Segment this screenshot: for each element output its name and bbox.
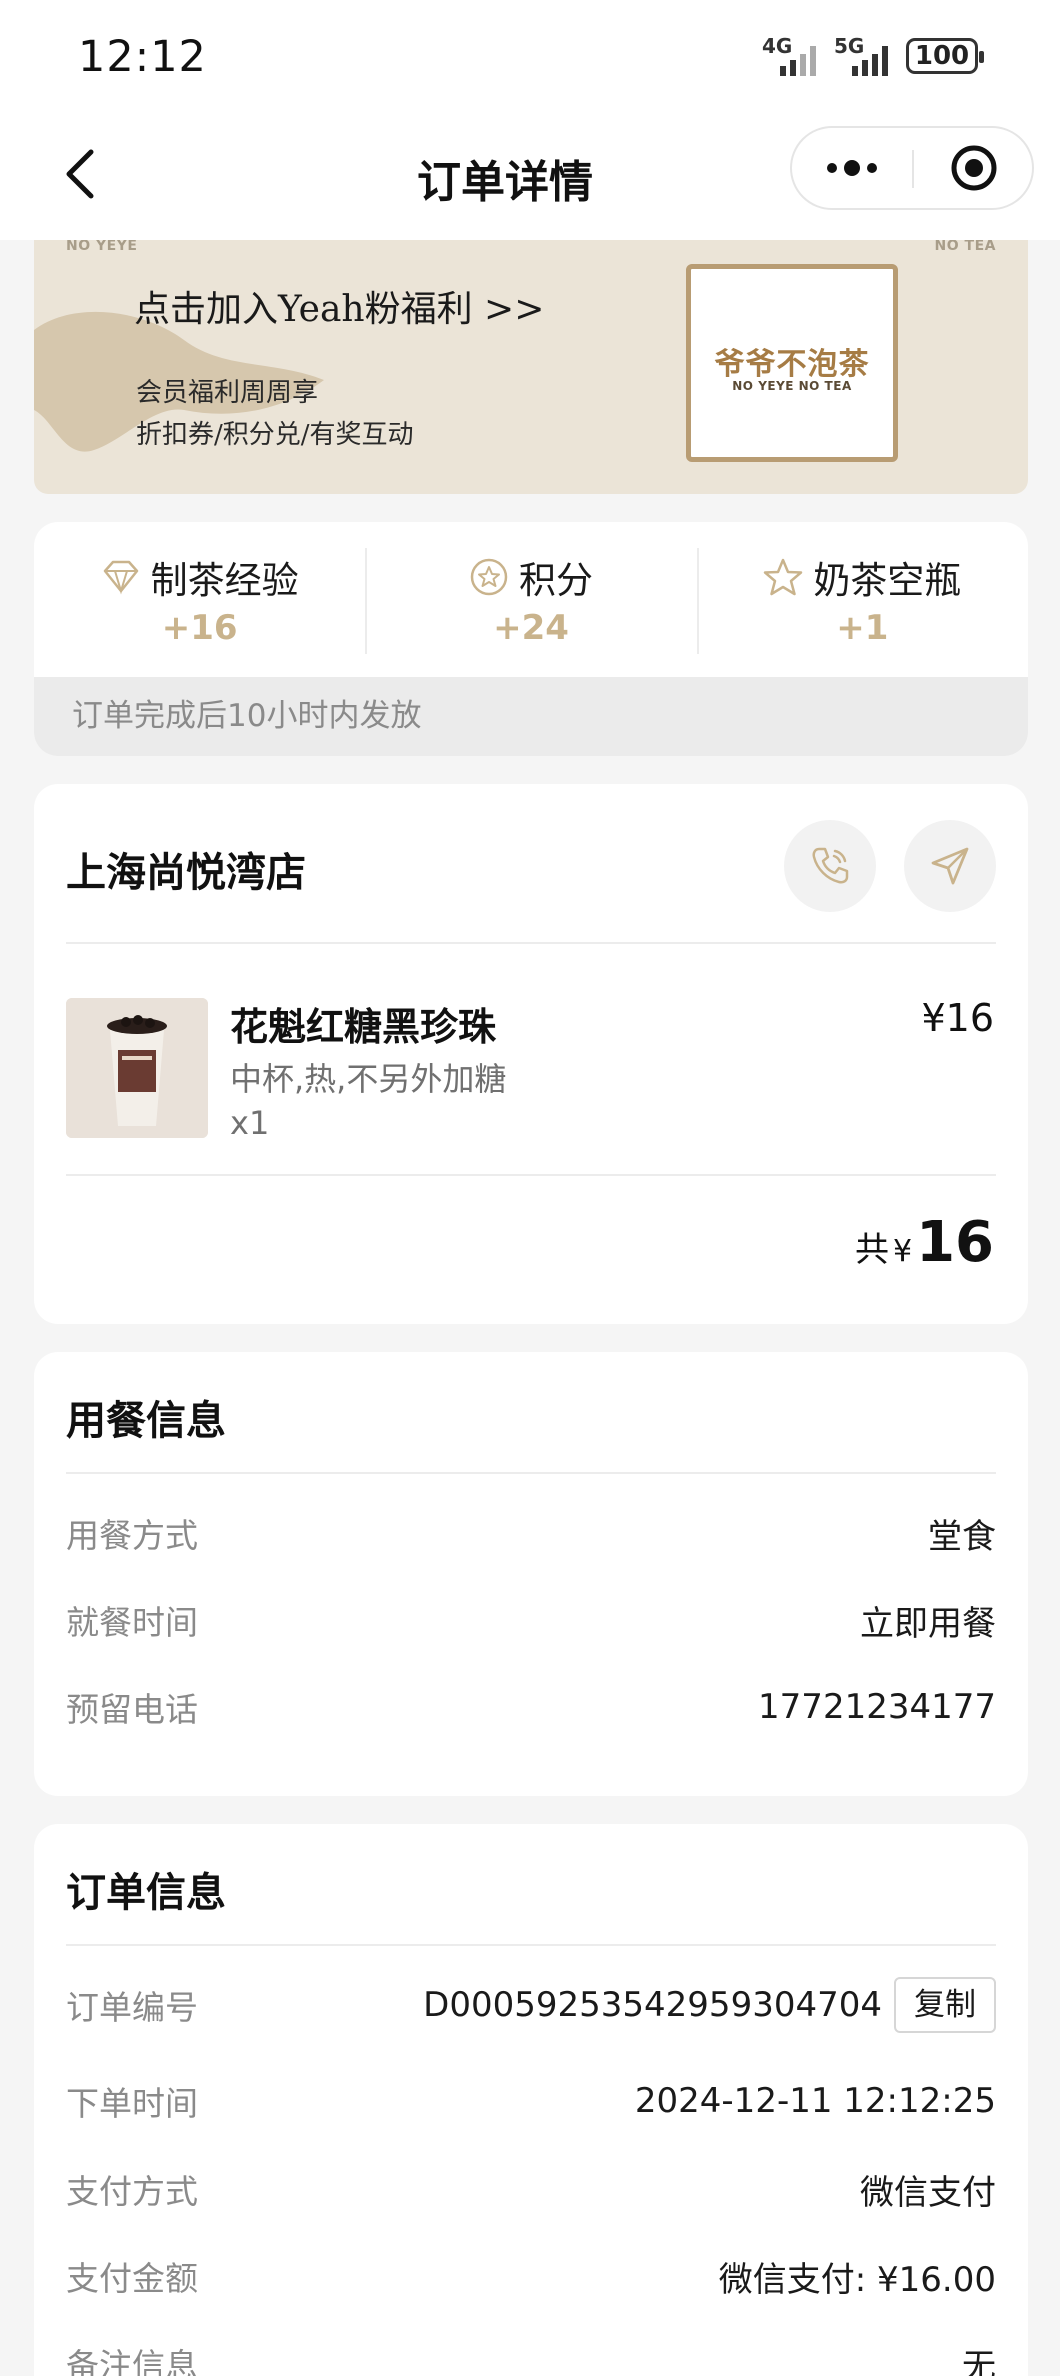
order-info-card: 订单信息 订单编号 D0005925354295930470​4 复制 下单时间… <box>34 1824 1028 2376</box>
banner-corner-right: NO TEA <box>934 240 996 254</box>
reward-value: +16 <box>161 608 238 648</box>
membership-banner[interactable]: NO YEYE NO TEA 点击加入Yeah粉福利 >> 会员福利周周享 折扣… <box>34 240 1028 494</box>
reward-points: 积分 +24 <box>365 522 696 677</box>
info-row: 支付金额 微信支付: ¥16.00 <box>66 2251 996 2301</box>
signal-4g-label: 4G <box>762 34 793 58</box>
miniprogram-capsule <box>790 126 1034 210</box>
product-quantity: x1 <box>230 1104 270 1142</box>
info-value: 立即用餐 <box>860 1603 996 1644</box>
total-currency: ¥ <box>892 1234 913 1269</box>
info-key: 用餐方式 <box>66 1516 198 1555</box>
info-row: 备注信息 无 <box>66 2338 996 2376</box>
reward-experience: 制茶经验 +16 <box>34 522 365 677</box>
info-value: 无 <box>962 2346 996 2376</box>
banner-title: 点击加入Yeah粉福利 >> <box>134 289 545 330</box>
diamond-icon <box>103 560 138 595</box>
info-row: 支付方式 微信支付 <box>66 2164 996 2214</box>
order-total: 共 ¥ 16 <box>855 1210 994 1275</box>
brand-logo: 爷爷不泡茶 NO YEYE NO TEA <box>686 264 898 462</box>
dining-info-card: 用餐信息 用餐方式 堂食 就餐时间 立即用餐 预留电话 17721234177 <box>34 1352 1028 1796</box>
section-title: 用餐信息 <box>66 1398 226 1444</box>
phone-icon <box>812 847 849 884</box>
order-number-value: D0005925354295930470​4 复制 <box>423 1977 996 2033</box>
nav-bar: 订单详情 <box>0 116 1060 240</box>
points-icon <box>470 558 508 596</box>
target-close-icon <box>951 145 997 191</box>
info-key: 预留电话 <box>66 1690 198 1729</box>
rewards-card: 制茶经验 +16 积分 +24 奶茶空瓶 +1 订单完成后10小时内发放 <box>34 522 1028 756</box>
logo-en: NO YEYE NO TEA <box>732 379 852 393</box>
signal-5g-icon: 5G <box>834 34 888 76</box>
more-dots-icon <box>827 160 877 176</box>
info-key: 支付方式 <box>66 2172 198 2211</box>
info-row: 就餐时间 立即用餐 <box>66 1595 996 1645</box>
info-key: 备注信息 <box>66 2346 198 2376</box>
order-number: D0005925354295930470​4 <box>423 1985 882 2025</box>
reward-label: 制茶经验 <box>150 559 299 602</box>
banner-sub-line1: 会员福利周周享 <box>136 378 319 408</box>
reward-label: 奶茶空瓶 <box>813 559 962 602</box>
info-value: 17721234177 <box>758 1687 996 1727</box>
navigation-arrow-icon <box>931 847 969 885</box>
info-key: 下单时间 <box>66 2084 198 2123</box>
logo-cn: 爷爷不泡茶 <box>714 347 870 382</box>
banner-sub-line2: 折扣券/积分兑/有奖互动 <box>136 420 414 450</box>
total-label: 共 <box>854 1230 889 1270</box>
divider <box>66 942 996 944</box>
info-value: 2024-12-11 12:12:25 <box>634 2081 996 2121</box>
call-store-button[interactable] <box>784 820 876 912</box>
close-miniprogram-button[interactable] <box>914 128 1034 208</box>
info-key: 就餐时间 <box>66 1603 198 1642</box>
star-icon <box>764 558 803 596</box>
divider <box>66 1174 996 1176</box>
info-value: 堂食 <box>928 1516 996 1557</box>
info-key: 订单编号 <box>66 1988 198 2027</box>
banner-subtitle: 会员福利周周享 折扣券/积分兑/有奖互动 <box>136 372 414 456</box>
product-price: ¥16 <box>921 996 994 1040</box>
copy-button[interactable]: 复制 <box>894 1977 996 2033</box>
divider <box>66 1472 996 1474</box>
divider <box>66 1944 996 1946</box>
product-name: 花魁红糖黑珍珠 <box>230 1005 497 1049</box>
reward-label: 积分 <box>518 559 593 602</box>
total-amount: 16 <box>916 1210 994 1275</box>
info-value: 微信支付: ¥16.00 <box>718 2259 996 2300</box>
battery-icon: 100 <box>906 38 984 74</box>
product-options: 中杯,热,不另外加糖 <box>230 1060 507 1098</box>
section-title: 订单信息 <box>66 1870 226 1916</box>
status-bar: 12:12 4G 5G 100 <box>0 0 1060 116</box>
reward-value: +1 <box>836 608 889 648</box>
reward-note: 订单完成后10小时内发放 <box>34 677 1028 756</box>
info-row: 用餐方式 堂食 <box>66 1508 996 1558</box>
reward-bottle: 奶茶空瓶 +1 <box>696 522 1028 677</box>
info-key: 支付金额 <box>66 2259 198 2298</box>
banner-corner-left: NO YEYE <box>66 240 138 254</box>
info-row: 预留电话 17721234177 <box>66 1682 996 1732</box>
signal-4g-icon: 4G <box>762 34 816 76</box>
reward-value: +24 <box>493 608 569 648</box>
info-value: 微信支付 <box>860 2172 996 2213</box>
signal-5g-label: 5G <box>834 34 865 58</box>
store-name: 上海尚悦湾店 <box>66 850 306 896</box>
more-button[interactable] <box>792 128 912 208</box>
info-row: 下单时间 2024-12-11 12:12:25 <box>66 2076 996 2126</box>
info-row: 订单编号 D0005925354295930470​4 复制 <box>66 1977 996 2033</box>
status-time: 12:12 <box>78 32 207 82</box>
navigate-store-button[interactable] <box>904 820 996 912</box>
store-card: 上海尚悦湾店 花魁红糖黑珍珠 中杯,热,不另外加糖 x1 ¥16 共 ¥ 16 <box>34 784 1028 1324</box>
product-image <box>66 998 208 1138</box>
